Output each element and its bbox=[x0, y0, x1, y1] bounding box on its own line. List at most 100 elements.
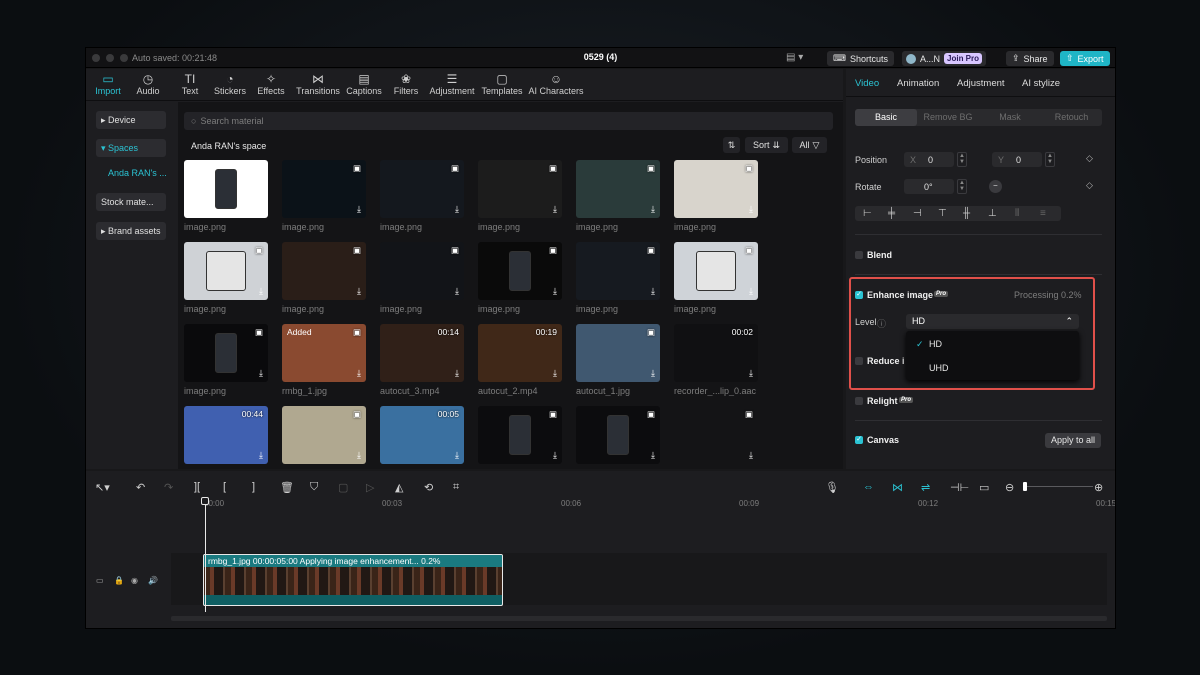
media-item[interactable]: 00:44 ⤓ bbox=[184, 406, 268, 464]
download-icon[interactable]: ⤓ bbox=[259, 450, 263, 461]
subtab-remove-bg[interactable]: Remove BG bbox=[917, 109, 979, 126]
media-item[interactable]: ▣ ⤓ image.png bbox=[380, 160, 464, 232]
download-icon[interactable]: ⤓ bbox=[553, 286, 557, 297]
media-item[interactable]: ▣ ⤓ image.png bbox=[576, 160, 660, 232]
download-icon[interactable]: ⤓ bbox=[455, 204, 459, 215]
media-item[interactable]: ▣ ⤓ image.png bbox=[674, 242, 758, 314]
tab-captions[interactable]: ▤ Captions bbox=[344, 72, 384, 96]
zoom-in-icon[interactable]: ⊕ bbox=[1094, 481, 1103, 494]
split-right-icon[interactable]: ] bbox=[252, 481, 255, 493]
media-item[interactable]: 00:14 ⤓ autocut_3.mp4 bbox=[380, 324, 464, 396]
media-item[interactable]: ▣ ⤓ bbox=[282, 406, 366, 464]
position-y-field[interactable]: Y0 bbox=[992, 152, 1042, 167]
subtab-retouch[interactable]: Retouch bbox=[1041, 109, 1102, 126]
account-button[interactable]: A...N Join Pro bbox=[902, 51, 987, 66]
download-icon[interactable]: ⤓ bbox=[259, 286, 263, 297]
main-track-magnet-icon[interactable]: ⇔ bbox=[863, 481, 874, 493]
time-ruler[interactable]: 00:00 00:03 00:06 00:09 00:12 00:15 bbox=[204, 497, 1115, 511]
download-icon[interactable]: ⤓ bbox=[651, 450, 655, 461]
sidebar-item-my-space[interactable]: Anda RAN's ... bbox=[108, 168, 167, 178]
shield-icon[interactable]: ⛉ bbox=[310, 481, 318, 494]
delete-icon[interactable]: 🗑 bbox=[280, 481, 294, 494]
thumbnail-icon[interactable]: ▭ bbox=[979, 481, 989, 494]
tab-ai-characters[interactable]: ☺ AI Characters bbox=[528, 72, 584, 96]
download-icon[interactable]: ⤓ bbox=[259, 204, 263, 215]
zoom-out-icon[interactable]: ⊖ bbox=[1005, 481, 1014, 494]
media-item[interactable]: ▣ ⤓ image.png bbox=[380, 242, 464, 314]
align-bottom-icon[interactable]: ⊥ bbox=[988, 208, 997, 219]
redo-icon[interactable]: ↷ bbox=[164, 481, 173, 494]
zoom-slider[interactable] bbox=[1023, 486, 1093, 487]
media-item[interactable]: 00:05 ⤓ bbox=[380, 406, 464, 464]
align-center-h-icon[interactable]: ╪ bbox=[888, 208, 895, 219]
media-item[interactable]: ⤓ image.png bbox=[184, 160, 268, 232]
level-select[interactable]: HD ⌃ bbox=[906, 314, 1079, 329]
tab-effects[interactable]: ✧ Effects bbox=[255, 72, 287, 96]
tab-stickers[interactable]: ◔ Stickers bbox=[212, 72, 248, 96]
rotate-dial[interactable]: – bbox=[989, 180, 1002, 193]
distribute-h-icon[interactable]: ⫴ bbox=[1015, 208, 1019, 219]
media-item[interactable]: ▣ Added ⤓ rmbg_1.jpg bbox=[282, 324, 366, 396]
position-keyframe-icon[interactable]: ◇ bbox=[1086, 153, 1093, 164]
tab-adjustment[interactable]: ☰ Adjustment bbox=[428, 72, 476, 96]
rotate-field[interactable]: 0° bbox=[904, 179, 954, 194]
tab-text[interactable]: TI Text bbox=[177, 72, 203, 96]
tab-transitions[interactable]: ⋈ Transitions bbox=[294, 72, 342, 96]
preview-axis-icon[interactable]: ⊣⊢ bbox=[950, 481, 969, 494]
shortcuts-button[interactable]: ⌨ Shortcuts bbox=[827, 51, 895, 66]
media-item[interactable]: ▣ ⤓ bbox=[576, 406, 660, 464]
tab-animation[interactable]: Animation bbox=[897, 78, 939, 89]
download-icon[interactable]: ⤓ bbox=[553, 450, 557, 461]
zoom-slider-handle[interactable] bbox=[1023, 482, 1027, 491]
playhead[interactable] bbox=[205, 497, 206, 612]
media-item[interactable]: ▣ ⤓ image.png bbox=[478, 242, 562, 314]
download-icon[interactable]: ⤓ bbox=[749, 368, 753, 379]
download-icon[interactable]: ⤓ bbox=[357, 368, 361, 379]
relight-checkbox[interactable] bbox=[855, 397, 863, 405]
tab-templates[interactable]: ▢ Templates bbox=[480, 72, 524, 96]
apply-to-all-button[interactable]: Apply to all bbox=[1045, 433, 1101, 448]
tab-ai-stylize[interactable]: AI stylize bbox=[1022, 78, 1060, 89]
media-item[interactable]: ▣ ⤓ image.png bbox=[576, 242, 660, 314]
undo-icon[interactable]: ↶ bbox=[136, 481, 145, 494]
select-tool-icon[interactable]: ↖▾ bbox=[95, 481, 110, 494]
share-button[interactable]: ⇪ Share bbox=[1006, 51, 1054, 66]
enhance-image-checkbox[interactable]: ✓ bbox=[855, 291, 863, 299]
position-y-stepper[interactable]: ▲ ▼ bbox=[1045, 152, 1055, 167]
media-item[interactable]: ▣ ⤓ image.png bbox=[184, 242, 268, 314]
media-item[interactable]: ▣ ⤓ image.png bbox=[674, 160, 758, 232]
timeline-scrollbar[interactable] bbox=[171, 616, 1107, 621]
align-top-icon[interactable]: ⊤ bbox=[938, 208, 947, 219]
lock-icon[interactable]: 🔒 bbox=[114, 576, 124, 585]
crop-icon[interactable]: ⌗ bbox=[453, 481, 459, 494]
subtab-basic[interactable]: Basic bbox=[855, 109, 917, 126]
download-icon[interactable]: ⤓ bbox=[651, 204, 655, 215]
download-icon[interactable]: ⤓ bbox=[357, 204, 361, 215]
volume-icon[interactable]: 🔊 bbox=[148, 576, 158, 585]
cover-icon[interactable]: ▭ bbox=[96, 576, 104, 585]
sidebar-item-brand-assets[interactable]: ▸ Brand assets bbox=[96, 222, 166, 240]
tab-import[interactable]: ▭ Import bbox=[94, 72, 122, 96]
auto-snap-icon[interactable]: ⋈ bbox=[892, 481, 903, 494]
split-icon[interactable]: ][ bbox=[194, 481, 200, 493]
rotate-stepper[interactable]: ▲ ▼ bbox=[957, 179, 967, 194]
align-left-icon[interactable]: ⊢ bbox=[863, 208, 872, 219]
media-item[interactable]: 00:19 ⤓ autocut_2.mp4 bbox=[478, 324, 562, 396]
media-item[interactable]: ▣ ⤓ autocut_1.jpg bbox=[576, 324, 660, 396]
download-icon[interactable]: ⤓ bbox=[651, 286, 655, 297]
join-pro-badge[interactable]: Join Pro bbox=[944, 53, 983, 64]
distribute-v-icon[interactable]: ≡ bbox=[1040, 208, 1046, 219]
media-item[interactable]: 00:02 ⤓ recorder_...lip_0.aac bbox=[674, 324, 758, 396]
sidebar-item-spaces[interactable]: ▾ Spaces bbox=[96, 139, 166, 157]
sort-button[interactable]: Sort ⇊ bbox=[745, 137, 788, 153]
tab-audio[interactable]: ◷ Audio bbox=[135, 72, 161, 96]
sidebar-item-stock[interactable]: Stock mate... bbox=[96, 193, 166, 211]
download-icon[interactable]: ⤓ bbox=[455, 368, 459, 379]
blend-checkbox[interactable] bbox=[855, 251, 863, 259]
download-icon[interactable]: ⤓ bbox=[553, 368, 557, 379]
download-icon[interactable]: ⤓ bbox=[455, 450, 459, 461]
align-center-v-icon[interactable]: ╫ bbox=[963, 208, 970, 219]
media-item[interactable]: ▣ ⤓ image.png bbox=[282, 160, 366, 232]
layout-icon[interactable]: ▤ ▾ bbox=[786, 52, 803, 63]
split-left-icon[interactable]: [ bbox=[223, 481, 226, 493]
